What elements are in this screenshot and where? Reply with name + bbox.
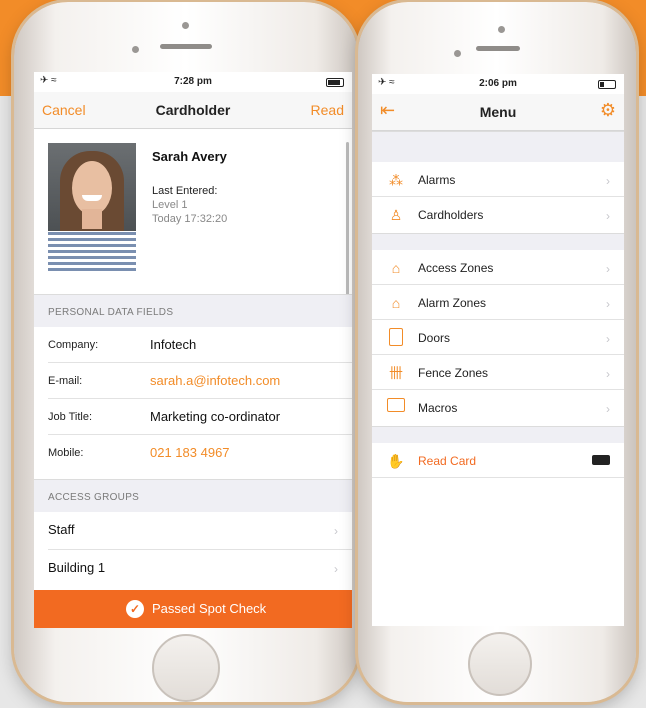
group-row-building[interactable]: Building 1 › (34, 550, 352, 588)
phone-left: ✈ ≈ 7:28 pm Cancel Cardholder Read Sarah… (14, 2, 358, 702)
nav-bar: ⇤ Menu ⚙ (372, 94, 624, 131)
group-row-staff[interactable]: Staff › (34, 512, 352, 550)
chevron-right-icon: › (606, 332, 610, 346)
menu-item-label: Cardholders (418, 208, 484, 222)
status-time: 2:06 pm (479, 78, 517, 89)
page-title: Cardholder (155, 102, 231, 118)
status-time: 7:28 pm (174, 76, 212, 87)
field-key: Company: (48, 339, 99, 351)
menu-item-label: Macros (418, 401, 458, 415)
status-bar: ✈ ≈ 7:28 pm (34, 72, 352, 92)
section-label: ACCESS GROUPS (48, 492, 140, 503)
section-gap (372, 426, 624, 444)
chevron-right-icon: › (606, 262, 610, 276)
group-label: Staff (48, 522, 75, 537)
sensor (132, 46, 139, 53)
terminal-icon (386, 398, 406, 418)
cardholder-screen: ✈ ≈ 7:28 pm Cancel Cardholder Read Sarah… (34, 72, 352, 628)
menu-item-label: Alarm Zones (418, 296, 487, 310)
siren-icon: ⁂ (389, 172, 403, 188)
access-zone-icon: ⌂ (391, 260, 401, 276)
nav-bar: Cancel Cardholder Read (34, 92, 352, 129)
menu-item-alarms[interactable]: ⁂ Alarms › (372, 162, 624, 197)
profile-card: Sarah Avery Last Entered: Level 1 Today … (34, 129, 352, 293)
read-button[interactable]: Read (311, 102, 344, 118)
field-value: Marketing co-ordinator (150, 409, 281, 424)
spot-check-bar[interactable]: ✓ Passed Spot Check (34, 590, 352, 628)
field-key: E-mail: (48, 375, 83, 387)
email-link[interactable]: sarah.a@infotech.com (150, 373, 280, 388)
card-icon (592, 455, 610, 465)
spot-check-label: Passed Spot Check (152, 601, 267, 616)
group-label: Building 1 (48, 560, 106, 575)
menu-item-macros[interactable]: Macros › (372, 390, 624, 425)
menu-item-doors[interactable]: Doors › (372, 320, 624, 355)
page-title: Menu (479, 104, 517, 120)
menu-item-label: Read Card (418, 454, 477, 468)
chevron-right-icon: › (606, 174, 610, 188)
chevron-right-icon: › (334, 562, 338, 576)
menu-item-label: Access Zones (418, 261, 494, 275)
earpiece-speaker (476, 46, 520, 51)
menu-item-fence-zones[interactable]: 卌 Fence Zones › (372, 355, 624, 390)
menu-item-label: Fence Zones (418, 366, 489, 380)
door-icon (386, 328, 406, 348)
menu-screen: ✈ ≈ 2:06 pm ⇤ Menu ⚙ ⁂ Alarms › ♙ Cardho… (372, 74, 624, 626)
section-gap (372, 131, 624, 163)
person-card-icon: ♙ (389, 207, 403, 223)
menu-item-alarm-zones[interactable]: ⌂ Alarm Zones › (372, 285, 624, 320)
hand-card-icon: ✋ (387, 453, 405, 469)
field-row-email[interactable]: E-mail: sarah.a@infotech.com (34, 363, 352, 399)
gear-icon[interactable]: ⚙ (600, 100, 616, 121)
chevron-right-icon: › (606, 297, 610, 311)
field-key: Job Title: (48, 411, 93, 423)
fence-icon: 卌 (389, 365, 403, 381)
personal-data-header: PERSONAL DATA FIELDS (34, 294, 352, 328)
menu-item-read-card[interactable]: ✋ Read Card (372, 443, 624, 478)
last-entered-time: Today 17:32:20 (152, 213, 228, 225)
cardholder-photo (48, 143, 136, 271)
last-entered-label: Last Entered: (152, 185, 218, 197)
menu-item-cardholders[interactable]: ♙ Cardholders › (372, 197, 624, 232)
section-gap (372, 233, 624, 251)
last-entered-level: Level 1 (152, 199, 188, 211)
sensor (454, 50, 461, 57)
home-button[interactable] (152, 634, 220, 702)
front-camera (182, 22, 189, 29)
battery-icon (598, 80, 616, 89)
field-row-mobile[interactable]: Mobile: 021 183 4967 (34, 435, 352, 471)
field-row-company: Company: Infotech (34, 327, 352, 363)
chevron-right-icon: › (334, 524, 338, 538)
access-groups-header: ACCESS GROUPS (34, 479, 352, 513)
battery-icon (326, 78, 344, 87)
phone-link[interactable]: 021 183 4967 (150, 445, 230, 460)
section-label: PERSONAL DATA FIELDS (48, 307, 174, 318)
earpiece-speaker (160, 44, 212, 49)
menu-item-label: Alarms (418, 173, 456, 187)
menu-item-access-zones[interactable]: ⌂ Access Zones › (372, 250, 624, 285)
field-row-job-title: Job Title: Marketing co-ordinator (34, 399, 352, 435)
phone-right: ✈ ≈ 2:06 pm ⇤ Menu ⚙ ⁂ Alarms › ♙ Cardho… (358, 2, 636, 702)
field-value: Infotech (150, 337, 197, 352)
check-circle-icon: ✓ (126, 600, 144, 618)
status-bar: ✈ ≈ 2:06 pm (372, 74, 624, 94)
alarm-zone-icon: ⌂ (391, 295, 401, 311)
front-camera (498, 26, 505, 33)
cardholder-name: Sarah Avery (152, 149, 227, 164)
chevron-right-icon: › (606, 402, 610, 416)
menu-item-label: Doors (418, 331, 451, 345)
chevron-right-icon: › (606, 209, 610, 223)
field-key: Mobile: (48, 447, 84, 459)
chevron-right-icon: › (606, 367, 610, 381)
home-button[interactable] (468, 632, 532, 696)
